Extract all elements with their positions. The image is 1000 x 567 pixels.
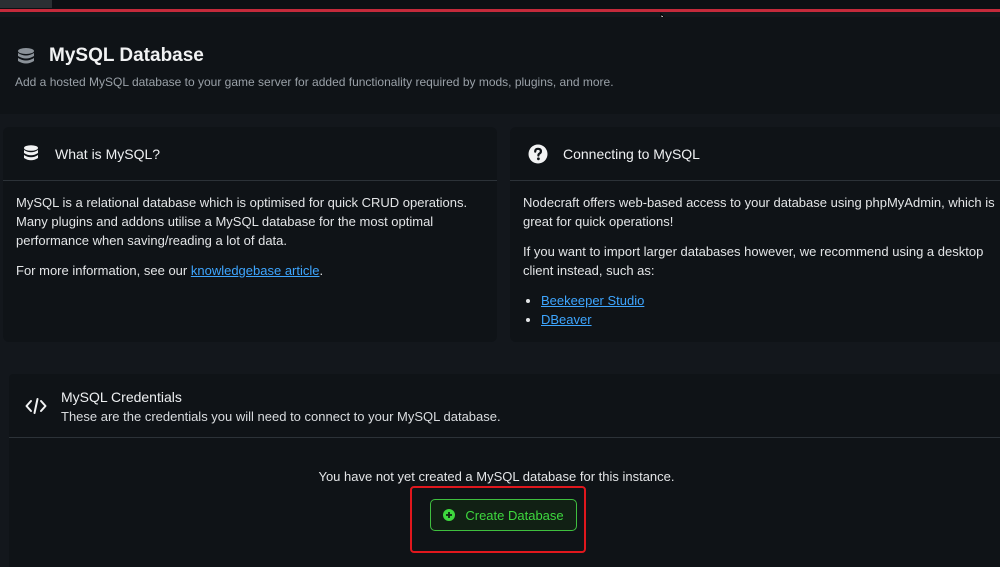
card-header: Connecting to MySQL (510, 127, 1000, 181)
what-is-mysql-card: What is MySQL? MySQL is a relational dat… (3, 127, 497, 342)
dbeaver-link[interactable]: DBeaver (541, 312, 592, 327)
list-item: DBeaver (541, 310, 998, 329)
create-database-label: Create Database (465, 507, 564, 523)
desktop-client-text: If you want to import larger databases h… (523, 244, 984, 278)
card-header: What is MySQL? (3, 127, 497, 181)
database-icon (18, 48, 34, 64)
phpmyadmin-text: Nodecraft offers web-based access to you… (523, 195, 995, 229)
accent-bar (0, 9, 1000, 12)
mysql-credentials-card: MySQL Credentials These are the credenti… (9, 374, 1000, 567)
connecting-to-mysql-card: Connecting to MySQL Nodecraft offers web… (510, 127, 1000, 342)
knowledgebase-link[interactable]: knowledgebase article (191, 263, 320, 278)
top-strip-tab[interactable] (0, 0, 52, 8)
card-title: What is MySQL? (55, 146, 161, 162)
page-subtitle: Add a hosted MySQL database to your game… (15, 75, 614, 89)
beekeeper-studio-link[interactable]: Beekeeper Studio (541, 293, 644, 308)
question-circle-icon (528, 144, 548, 164)
empty-state-message: You have not yet created a MySQL databas… (318, 469, 675, 484)
page-header: MySQL Database Add a hosted MySQL databa… (0, 17, 1000, 114)
card-subtitle: These are the credentials you will need … (61, 409, 501, 424)
mysql-description: MySQL is a relational database which is … (16, 195, 468, 248)
code-icon (25, 398, 47, 414)
more-info-text: For more information, see our knowledgeb… (16, 261, 491, 280)
create-database-button[interactable]: Create Database (430, 499, 577, 531)
more-info-prefix: For more information, see our (16, 263, 191, 278)
list-item: Beekeeper Studio (541, 291, 998, 310)
plus-circle-icon (443, 509, 456, 521)
database-icon (24, 145, 38, 161)
page-title: MySQL Database (49, 45, 204, 66)
card-body: MySQL is a relational database which is … (16, 193, 491, 291)
more-info-suffix: . (319, 263, 324, 278)
card-body: Nodecraft offers web-based access to you… (523, 193, 998, 329)
card-title: MySQL Credentials (61, 389, 182, 405)
card-title: Connecting to MySQL (563, 146, 700, 162)
card-header: MySQL Credentials These are the credenti… (9, 374, 1000, 438)
client-list: Beekeeper Studio DBeaver (523, 291, 998, 329)
